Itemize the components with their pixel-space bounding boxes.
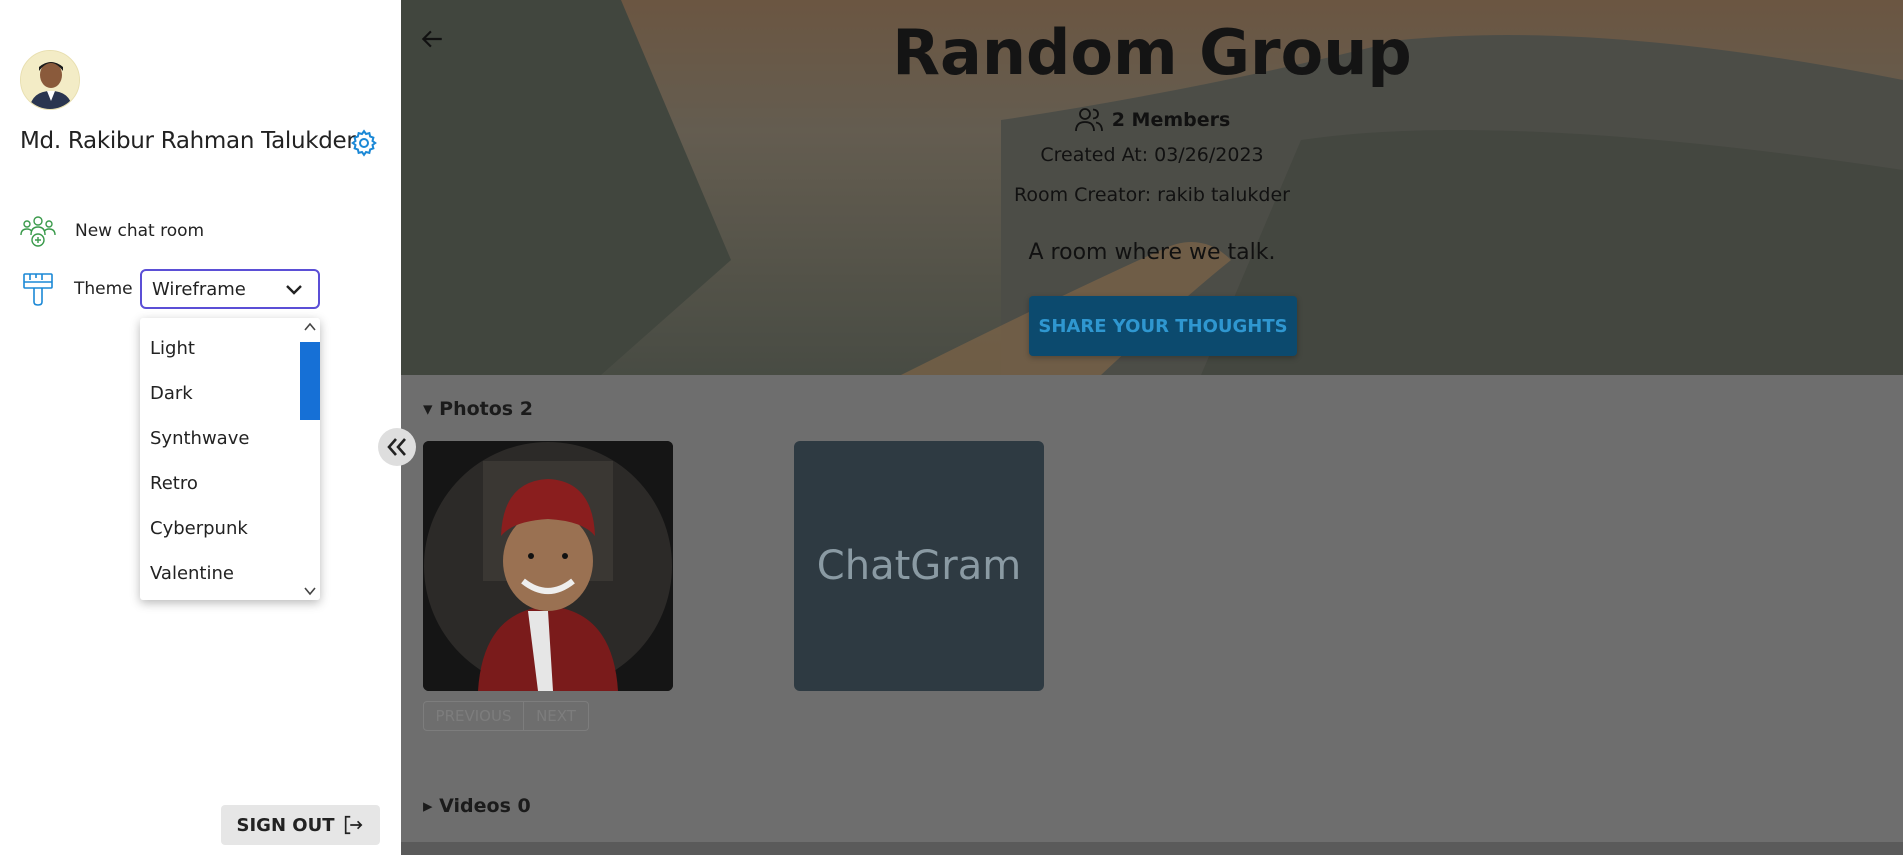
room-description: A room where we talk. bbox=[1028, 240, 1276, 265]
main-content: Random Group 2 Members Created At: 03/26… bbox=[401, 0, 1903, 855]
videos-section-toggle[interactable]: ▸ Videos 0 bbox=[423, 795, 531, 817]
bottom-strip bbox=[401, 842, 1903, 855]
created-at: Created At: 03/26/2023 bbox=[1040, 144, 1264, 166]
next-button[interactable]: NEXT bbox=[524, 701, 589, 731]
photo-thumbnail[interactable] bbox=[423, 441, 673, 691]
scrollbar-thumb[interactable] bbox=[300, 342, 320, 420]
gear-icon[interactable] bbox=[349, 128, 379, 158]
double-chevron-left-icon bbox=[387, 438, 406, 456]
photos-summary-label: Photos 2 bbox=[439, 398, 533, 420]
collapse-sidebar-button[interactable] bbox=[378, 428, 416, 466]
group-add-icon bbox=[20, 216, 56, 247]
theme-option-light[interactable]: Light bbox=[150, 338, 195, 359]
photo-placeholder-text: ChatGram bbox=[816, 543, 1022, 589]
photo-placeholder[interactable]: ChatGram bbox=[794, 441, 1044, 691]
theme-option-cyberpunk[interactable]: Cyberpunk bbox=[150, 518, 248, 539]
sign-out-label: SIGN OUT bbox=[236, 814, 335, 836]
user-name: Md. Rakibur Rahman Talukder bbox=[20, 128, 356, 154]
theme-row: Theme bbox=[22, 268, 133, 310]
room-header: Random Group 2 Members Created At: 03/26… bbox=[401, 0, 1903, 375]
members-label: 2 Members bbox=[1111, 109, 1231, 131]
photo-pager: PREVIOUS NEXT bbox=[423, 701, 589, 731]
theme-selected-value: Wireframe bbox=[152, 278, 246, 300]
scroll-up-icon[interactable] bbox=[304, 322, 316, 332]
scroll-down-icon[interactable] bbox=[304, 586, 316, 596]
sign-out-button[interactable]: SIGN OUT bbox=[221, 805, 380, 845]
share-thoughts-button[interactable]: SHARE YOUR THOUGHTS bbox=[1029, 296, 1297, 356]
theme-select[interactable]: Wireframe bbox=[140, 269, 320, 309]
new-chat-room-label: New chat room bbox=[75, 221, 205, 241]
members-count: 2 Members bbox=[401, 105, 1903, 135]
users-icon bbox=[1074, 108, 1103, 132]
theme-option-retro[interactable]: Retro bbox=[150, 473, 198, 494]
avatar[interactable] bbox=[20, 50, 80, 110]
theme-option-synthwave[interactable]: Synthwave bbox=[150, 428, 249, 449]
chevron-down-icon bbox=[286, 285, 302, 295]
theme-option-dark[interactable]: Dark bbox=[150, 383, 193, 404]
room-creator: Room Creator: rakib talukder bbox=[1014, 184, 1290, 206]
sidebar: Md. Rakibur Rahman Talukder New chat roo… bbox=[0, 0, 401, 855]
paint-brush-icon bbox=[23, 273, 53, 306]
theme-label: Theme bbox=[74, 279, 133, 299]
dropdown-scrollbar[interactable] bbox=[300, 318, 320, 600]
videos-summary-label: Videos 0 bbox=[439, 795, 531, 817]
previous-button[interactable]: PREVIOUS bbox=[423, 701, 524, 731]
theme-option-valentine[interactable]: Valentine bbox=[150, 563, 234, 584]
room-title: Random Group bbox=[892, 16, 1412, 89]
photos-section-toggle[interactable]: ▾ Photos 2 bbox=[423, 398, 533, 420]
logout-icon bbox=[345, 815, 363, 835]
new-chat-room-button[interactable]: New chat room bbox=[20, 213, 204, 249]
theme-dropdown-list[interactable]: Light Dark Synthwave Retro Cyberpunk Val… bbox=[140, 318, 320, 600]
